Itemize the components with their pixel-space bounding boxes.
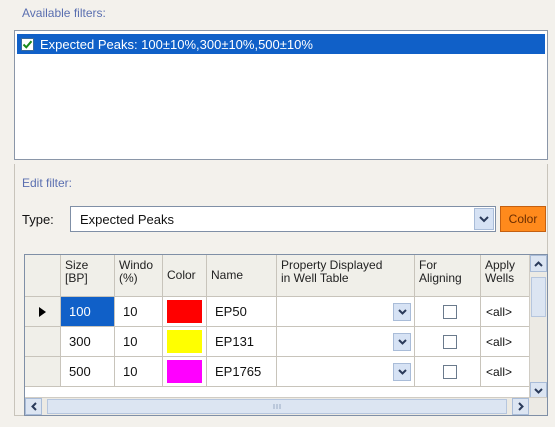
filter-dialog: Available filters: Expected Peaks: 100±1… [0,0,555,427]
current-row-indicator [25,297,61,327]
column-header-color[interactable]: Color [163,255,207,297]
apply-wells-cell[interactable]: <all> [481,357,531,387]
property-combo[interactable] [277,357,415,387]
table-row[interactable]: 100 10 EP50 <all> [25,297,531,327]
property-combo[interactable] [277,327,415,357]
window-cell[interactable]: 10 [115,327,163,357]
type-select[interactable]: Expected Peaks [70,206,496,232]
available-filters-list[interactable]: Expected Peaks: 100±10%,300±10%,500±10% [14,30,548,160]
horizontal-scroll-thumb[interactable] [47,399,507,414]
size-cell[interactable]: 300 [61,327,115,357]
chevron-left-icon [30,402,37,411]
chevron-down-icon [479,215,489,222]
property-dropdown-button[interactable] [393,363,411,381]
color-swatch [167,330,202,353]
chevron-right-icon [517,402,524,411]
table-row[interactable]: 300 10 EP131 <all> [25,327,531,357]
color-button[interactable]: Color [500,206,546,232]
row-pointer-icon [39,306,46,317]
available-filters-title: Available filters: [22,6,106,20]
chevron-down-icon [397,369,407,375]
grip-icon [273,404,281,409]
column-header-for-aligning[interactable]: For Aligning [415,255,481,297]
vertical-scrollbar[interactable] [529,255,547,399]
type-selected-value: Expected Peaks [80,211,174,227]
size-cell[interactable]: 500 [61,357,115,387]
for-aligning-cell [415,357,481,387]
for-aligning-cell [415,327,481,357]
name-cell[interactable]: EP50 [207,297,277,327]
edit-filter-title: Edit filter: [22,176,73,190]
filter-checkbox[interactable] [21,37,34,51]
column-header-window[interactable]: Windo (%) [115,255,163,297]
chevron-down-icon [534,387,543,394]
window-cell[interactable]: 10 [115,297,163,327]
property-dropdown-button[interactable] [393,303,411,321]
chevron-down-icon [397,309,407,315]
size-cell[interactable]: 100 [61,297,115,327]
checkmark-icon [22,40,33,49]
peaks-grid[interactable]: Size [BP] Windo (%) Color Name Property … [24,254,548,416]
name-cell[interactable]: EP1765 [207,357,277,387]
column-header-size[interactable]: Size [BP] [61,255,115,297]
for-aligning-cell [415,297,481,327]
color-swatch [167,360,202,383]
apply-wells-cell[interactable]: <all> [481,327,531,357]
horizontal-scrollbar[interactable] [25,397,547,415]
column-header-property[interactable]: Property Displayed in Well Table [277,255,415,297]
type-label: Type: [22,212,54,227]
chevron-up-icon [534,260,543,267]
name-cell[interactable]: EP131 [207,327,277,357]
color-cell[interactable] [163,357,207,387]
color-swatch [167,300,202,323]
row-header [25,327,61,357]
for-aligning-checkbox[interactable] [443,364,457,379]
scroll-up-button[interactable] [530,255,547,272]
color-cell[interactable] [163,327,207,357]
column-header-name[interactable]: Name [207,255,277,297]
table-row[interactable]: 500 10 EP1765 <all> [25,357,531,387]
filter-list-item[interactable]: Expected Peaks: 100±10%,300±10%,500±10% [17,34,545,54]
row-header [25,357,61,387]
for-aligning-checkbox[interactable] [443,304,457,319]
for-aligning-checkbox[interactable] [443,334,457,349]
property-dropdown-button[interactable] [393,333,411,351]
scroll-left-button[interactable] [25,398,42,415]
property-combo[interactable] [277,297,415,327]
vertical-scroll-thumb[interactable] [531,277,546,317]
scroll-right-button[interactable] [512,398,529,415]
filter-item-label: Expected Peaks: 100±10%,300±10%,500±10% [40,36,313,52]
color-cell[interactable] [163,297,207,327]
apply-wells-cell[interactable]: <all> [481,297,531,327]
type-dropdown-button[interactable] [474,208,494,230]
column-header-apply-wells[interactable]: Apply Wells [481,255,531,297]
row-header-corner [25,255,61,297]
chevron-down-icon [397,339,407,345]
window-cell[interactable]: 10 [115,357,163,387]
